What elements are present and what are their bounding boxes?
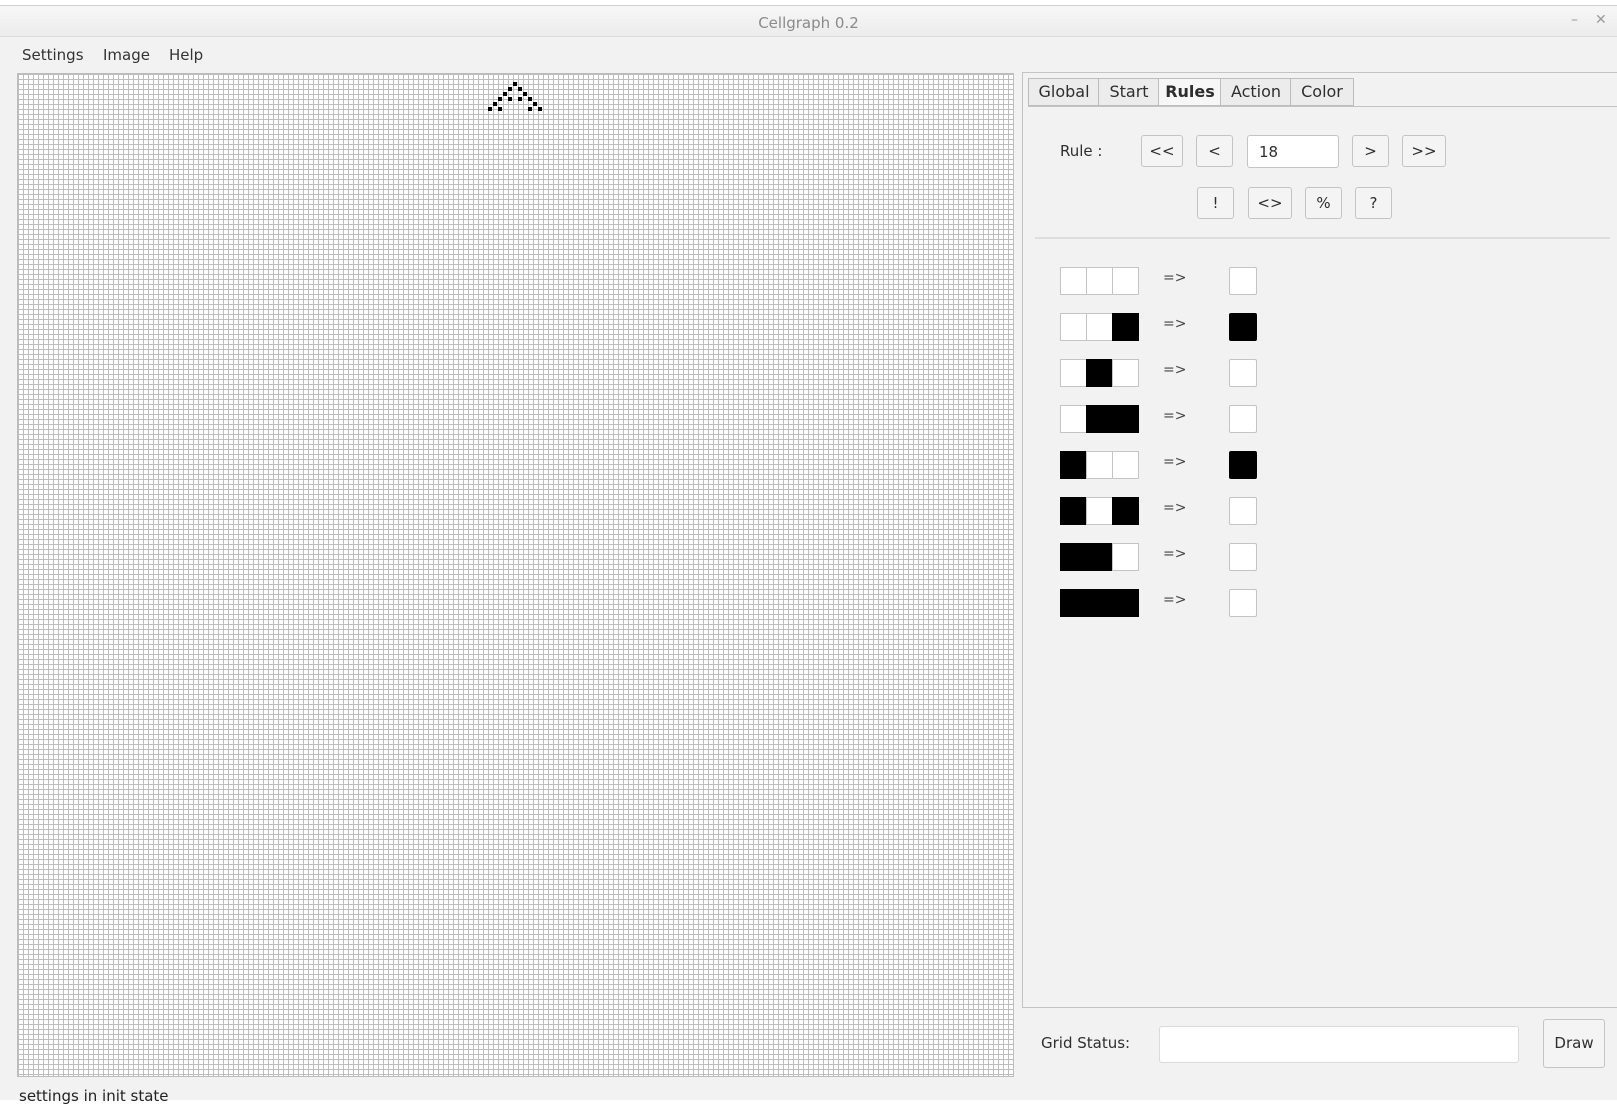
invert-rule-button[interactable]: ! (1197, 187, 1234, 219)
live-cell (528, 107, 532, 111)
live-cell (528, 97, 532, 101)
complement-rule-button[interactable]: % (1305, 187, 1342, 219)
pattern-cell (1086, 313, 1113, 341)
pattern-cell (1060, 451, 1087, 479)
live-cell (523, 92, 527, 96)
neighborhood-pattern (1060, 589, 1140, 617)
rule-arrow: => (1163, 408, 1187, 424)
separator (1035, 237, 1610, 239)
app-window: Cellgraph 0.2 – ✕ Settings Image Help Gl… (0, 5, 1617, 1105)
rule-number-input[interactable] (1247, 135, 1339, 168)
neighborhood-pattern (1060, 267, 1140, 295)
live-cell (488, 107, 492, 111)
rule-result-toggle[interactable] (1229, 589, 1257, 617)
rule-result-toggle[interactable] (1229, 451, 1257, 479)
rule-arrow: => (1163, 362, 1187, 378)
rule-result-toggle[interactable] (1229, 359, 1257, 387)
tab-rules[interactable]: Rules (1158, 78, 1222, 106)
pattern-cell (1086, 497, 1113, 525)
live-cell (533, 102, 537, 106)
cell-grid-canvas[interactable] (17, 73, 1014, 1077)
window-title: Cellgraph 0.2 (758, 14, 859, 32)
neighborhood-pattern (1060, 451, 1140, 479)
pattern-cell (1086, 589, 1113, 617)
pattern-cell (1086, 451, 1113, 479)
pattern-cell (1060, 267, 1087, 295)
neighborhood-pattern (1060, 313, 1140, 341)
neighborhood-pattern (1060, 359, 1140, 387)
neighborhood-pattern (1060, 497, 1140, 525)
menu-help[interactable]: Help (169, 46, 203, 64)
live-cell (508, 87, 512, 91)
live-cell (498, 97, 502, 101)
tab-color[interactable]: Color (1290, 78, 1354, 106)
rule-arrow: => (1163, 316, 1187, 332)
pattern-cell (1112, 497, 1139, 525)
next-rule-button[interactable]: > (1352, 135, 1389, 167)
pattern-cell (1112, 589, 1139, 617)
minimize-icon[interactable]: – (1571, 12, 1578, 28)
pattern-cell (1112, 405, 1139, 433)
draw-button[interactable]: Draw (1543, 1019, 1605, 1068)
menu-settings[interactable]: Settings (22, 46, 84, 64)
live-cell (493, 102, 497, 106)
close-icon[interactable]: ✕ (1595, 12, 1607, 28)
live-cell (498, 107, 502, 111)
rule-label: Rule : (1060, 142, 1103, 160)
menu-bar: Settings Image Help (0, 37, 1617, 69)
rule-result-toggle[interactable] (1229, 405, 1257, 433)
tab-divider (1028, 106, 1617, 107)
pattern-cell (1112, 451, 1139, 479)
title-bar: Cellgraph 0.2 – ✕ (0, 6, 1617, 37)
live-cell (518, 97, 522, 101)
tab-global[interactable]: Global (1028, 78, 1100, 106)
rule-arrow: => (1163, 546, 1187, 562)
random-rule-button[interactable]: ? (1355, 187, 1392, 219)
rule-result-toggle[interactable] (1229, 313, 1257, 341)
rule-result-toggle[interactable] (1229, 497, 1257, 525)
neighborhood-pattern (1060, 405, 1140, 433)
prev-rule-button[interactable]: < (1196, 135, 1233, 167)
live-cell (518, 87, 522, 91)
rule-result-toggle[interactable] (1229, 267, 1257, 295)
last-rule-button[interactable]: >> (1402, 135, 1446, 167)
live-cell (508, 97, 512, 101)
rule-arrow: => (1163, 454, 1187, 470)
pattern-cell (1060, 359, 1087, 387)
pattern-cell (1086, 543, 1113, 571)
pattern-cell (1086, 267, 1113, 295)
pattern-cell (1112, 267, 1139, 295)
pattern-cell (1060, 405, 1087, 433)
rule-result-toggle[interactable] (1229, 543, 1257, 571)
pattern-cell (1112, 359, 1139, 387)
pattern-cell (1060, 313, 1087, 341)
pattern-cell (1060, 543, 1087, 571)
tab-action[interactable]: Action (1220, 78, 1292, 106)
grid-status-label: Grid Status: (1041, 1034, 1131, 1052)
mirror-rule-button[interactable]: <> (1248, 187, 1292, 219)
pattern-cell (1086, 359, 1113, 387)
grid-status-field[interactable] (1159, 1026, 1519, 1063)
rule-arrow: => (1163, 592, 1187, 608)
pattern-cell (1112, 313, 1139, 341)
rule-arrow: => (1163, 500, 1187, 516)
rule-arrow: => (1163, 270, 1187, 286)
status-message: settings in init state (19, 1087, 169, 1105)
live-cell (538, 107, 542, 111)
first-rule-button[interactable]: << (1141, 135, 1183, 167)
pattern-cell (1086, 405, 1113, 433)
pattern-cell (1060, 589, 1087, 617)
menu-image[interactable]: Image (103, 46, 150, 64)
neighborhood-pattern (1060, 543, 1140, 571)
live-cell (513, 82, 517, 86)
pattern-cell (1112, 543, 1139, 571)
tab-start[interactable]: Start (1098, 78, 1160, 106)
live-cell (503, 92, 507, 96)
settings-panel: Global Start Rules Action Color Rule : <… (1022, 72, 1617, 1008)
pattern-cell (1060, 497, 1087, 525)
